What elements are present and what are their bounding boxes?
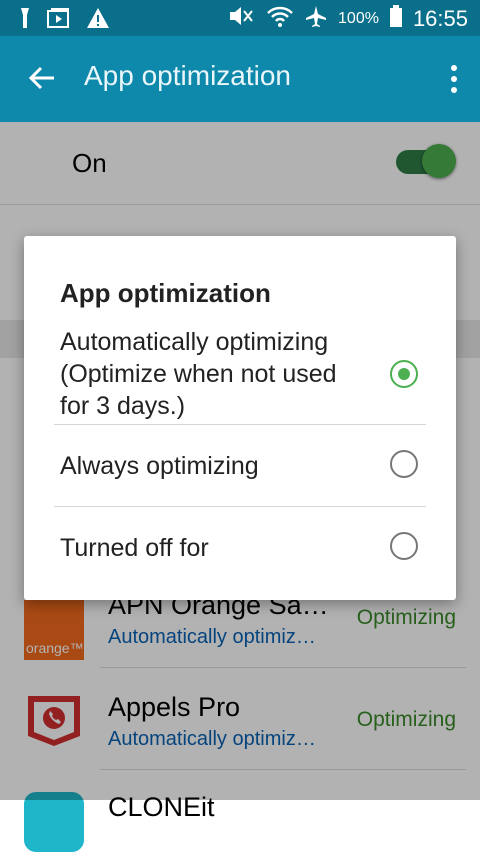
clock: 16:55: [412, 5, 468, 31]
page-title: App optimization: [84, 60, 292, 91]
warning-icon: [86, 7, 110, 34]
battery-icon: [389, 4, 403, 33]
flashlight-icon: [18, 6, 32, 35]
radio-unselected[interactable]: [390, 532, 418, 560]
option-turned-off[interactable]: Turned off for: [54, 508, 426, 590]
battery-percent: 100%: [338, 9, 379, 27]
app-bar: App optimization: [0, 36, 480, 122]
dialog-title: App optimization: [60, 278, 271, 308]
mute-icon: [226, 4, 256, 33]
status-bar: 100% 16:55: [0, 0, 480, 36]
wifi-icon: [266, 4, 294, 33]
divider: [54, 424, 426, 425]
option-label: Turned off for: [60, 534, 209, 562]
airplane-icon: [304, 4, 328, 33]
cloneit-icon: [24, 792, 84, 852]
back-arrow-icon[interactable]: [24, 60, 60, 96]
divider: [54, 506, 426, 507]
option-label: Always optimizing: [60, 452, 259, 480]
option-always-optimizing[interactable]: Always optimizing: [54, 426, 426, 508]
radio-selected[interactable]: [390, 360, 418, 388]
option-label: Automatically optimizing (Optimize when …: [60, 328, 337, 420]
media-icon: [46, 7, 72, 34]
option-automatically-optimizing[interactable]: Automatically optimizing (Optimize when …: [54, 324, 426, 425]
more-options-icon[interactable]: [450, 64, 458, 94]
app-optimization-dialog: App optimization Automatically optimizin…: [24, 236, 456, 600]
radio-unselected[interactable]: [390, 450, 418, 478]
